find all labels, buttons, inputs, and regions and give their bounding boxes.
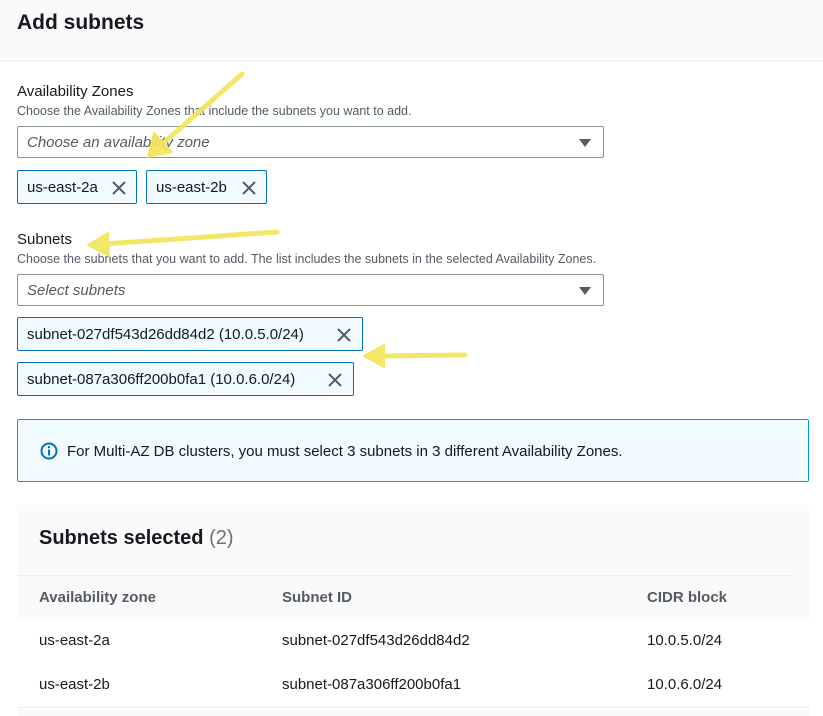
cell-subnet-id: subnet-027df543d26dd84d2 [282,632,470,649]
token-az-2: us-east-2b [146,170,267,204]
subnet-placeholder: Select subnets [27,282,126,299]
token-label: subnet-027df543d26dd84d2 (10.0.5.0/24) [27,326,304,343]
token-label: us-east-2b [156,179,227,196]
panel-title-text: Subnets selected [39,527,204,549]
subnets-description: Choose the subnets that you want to add.… [17,252,597,266]
token-az-1: us-east-2a [17,170,137,204]
column-header-cidr-block: CIDR block [647,589,728,606]
close-icon[interactable] [327,372,343,388]
subnet-select[interactable]: Select subnets [17,274,604,306]
token-subnet-1: subnet-027df543d26dd84d2 (10.0.5.0/24) [17,317,363,351]
caret-down-icon [579,287,591,295]
close-icon[interactable] [241,180,257,196]
column-header-availability-zone: Availability zone [39,589,156,606]
availability-zone-select[interactable]: Choose an availability zone [17,126,604,158]
cell-availability-zone: us-east-2a [39,632,110,649]
table-header: Availability zone Subnet ID CIDR block [17,575,793,620]
close-icon[interactable] [336,327,352,343]
info-icon [40,442,58,460]
availability-zones-description: Choose the Availability Zones that inclu… [17,104,412,118]
caret-down-icon [579,139,591,147]
info-alert: For Multi-AZ DB clusters, you must selec… [17,419,809,482]
subnets-selected-panel: Subnets selected (2) Availability zone S… [17,505,809,716]
page-header: Add subnets [0,0,823,61]
table-row: us-east-2a subnet-027df543d26dd84d2 10.0… [17,619,809,664]
page-title: Add subnets [17,11,145,34]
availability-zone-placeholder: Choose an availability zone [27,134,210,151]
close-icon[interactable] [111,180,127,196]
subnets-label: Subnets [17,231,73,248]
token-label: subnet-087a306ff200b0fa1 (10.0.6.0/24) [27,371,296,388]
availability-zones-label: Availability Zones [17,83,134,100]
cell-cidr-block: 10.0.6.0/24 [647,676,723,693]
cell-subnet-id: subnet-087a306ff200b0fa1 [282,676,462,693]
panel-title: Subnets selected (2) [39,527,234,550]
panel-count: (2) [209,527,234,549]
token-label: us-east-2a [27,179,98,196]
column-header-subnet-id: Subnet ID [282,589,352,606]
table-row: us-east-2b subnet-087a306ff200b0fa1 10.0… [17,663,809,708]
info-message: For Multi-AZ DB clusters, you must selec… [67,443,623,460]
arrow-icon [363,344,468,368]
cell-availability-zone: us-east-2b [39,676,110,693]
cell-cidr-block: 10.0.5.0/24 [647,632,723,649]
token-subnet-2: subnet-087a306ff200b0fa1 (10.0.6.0/24) [17,362,354,396]
